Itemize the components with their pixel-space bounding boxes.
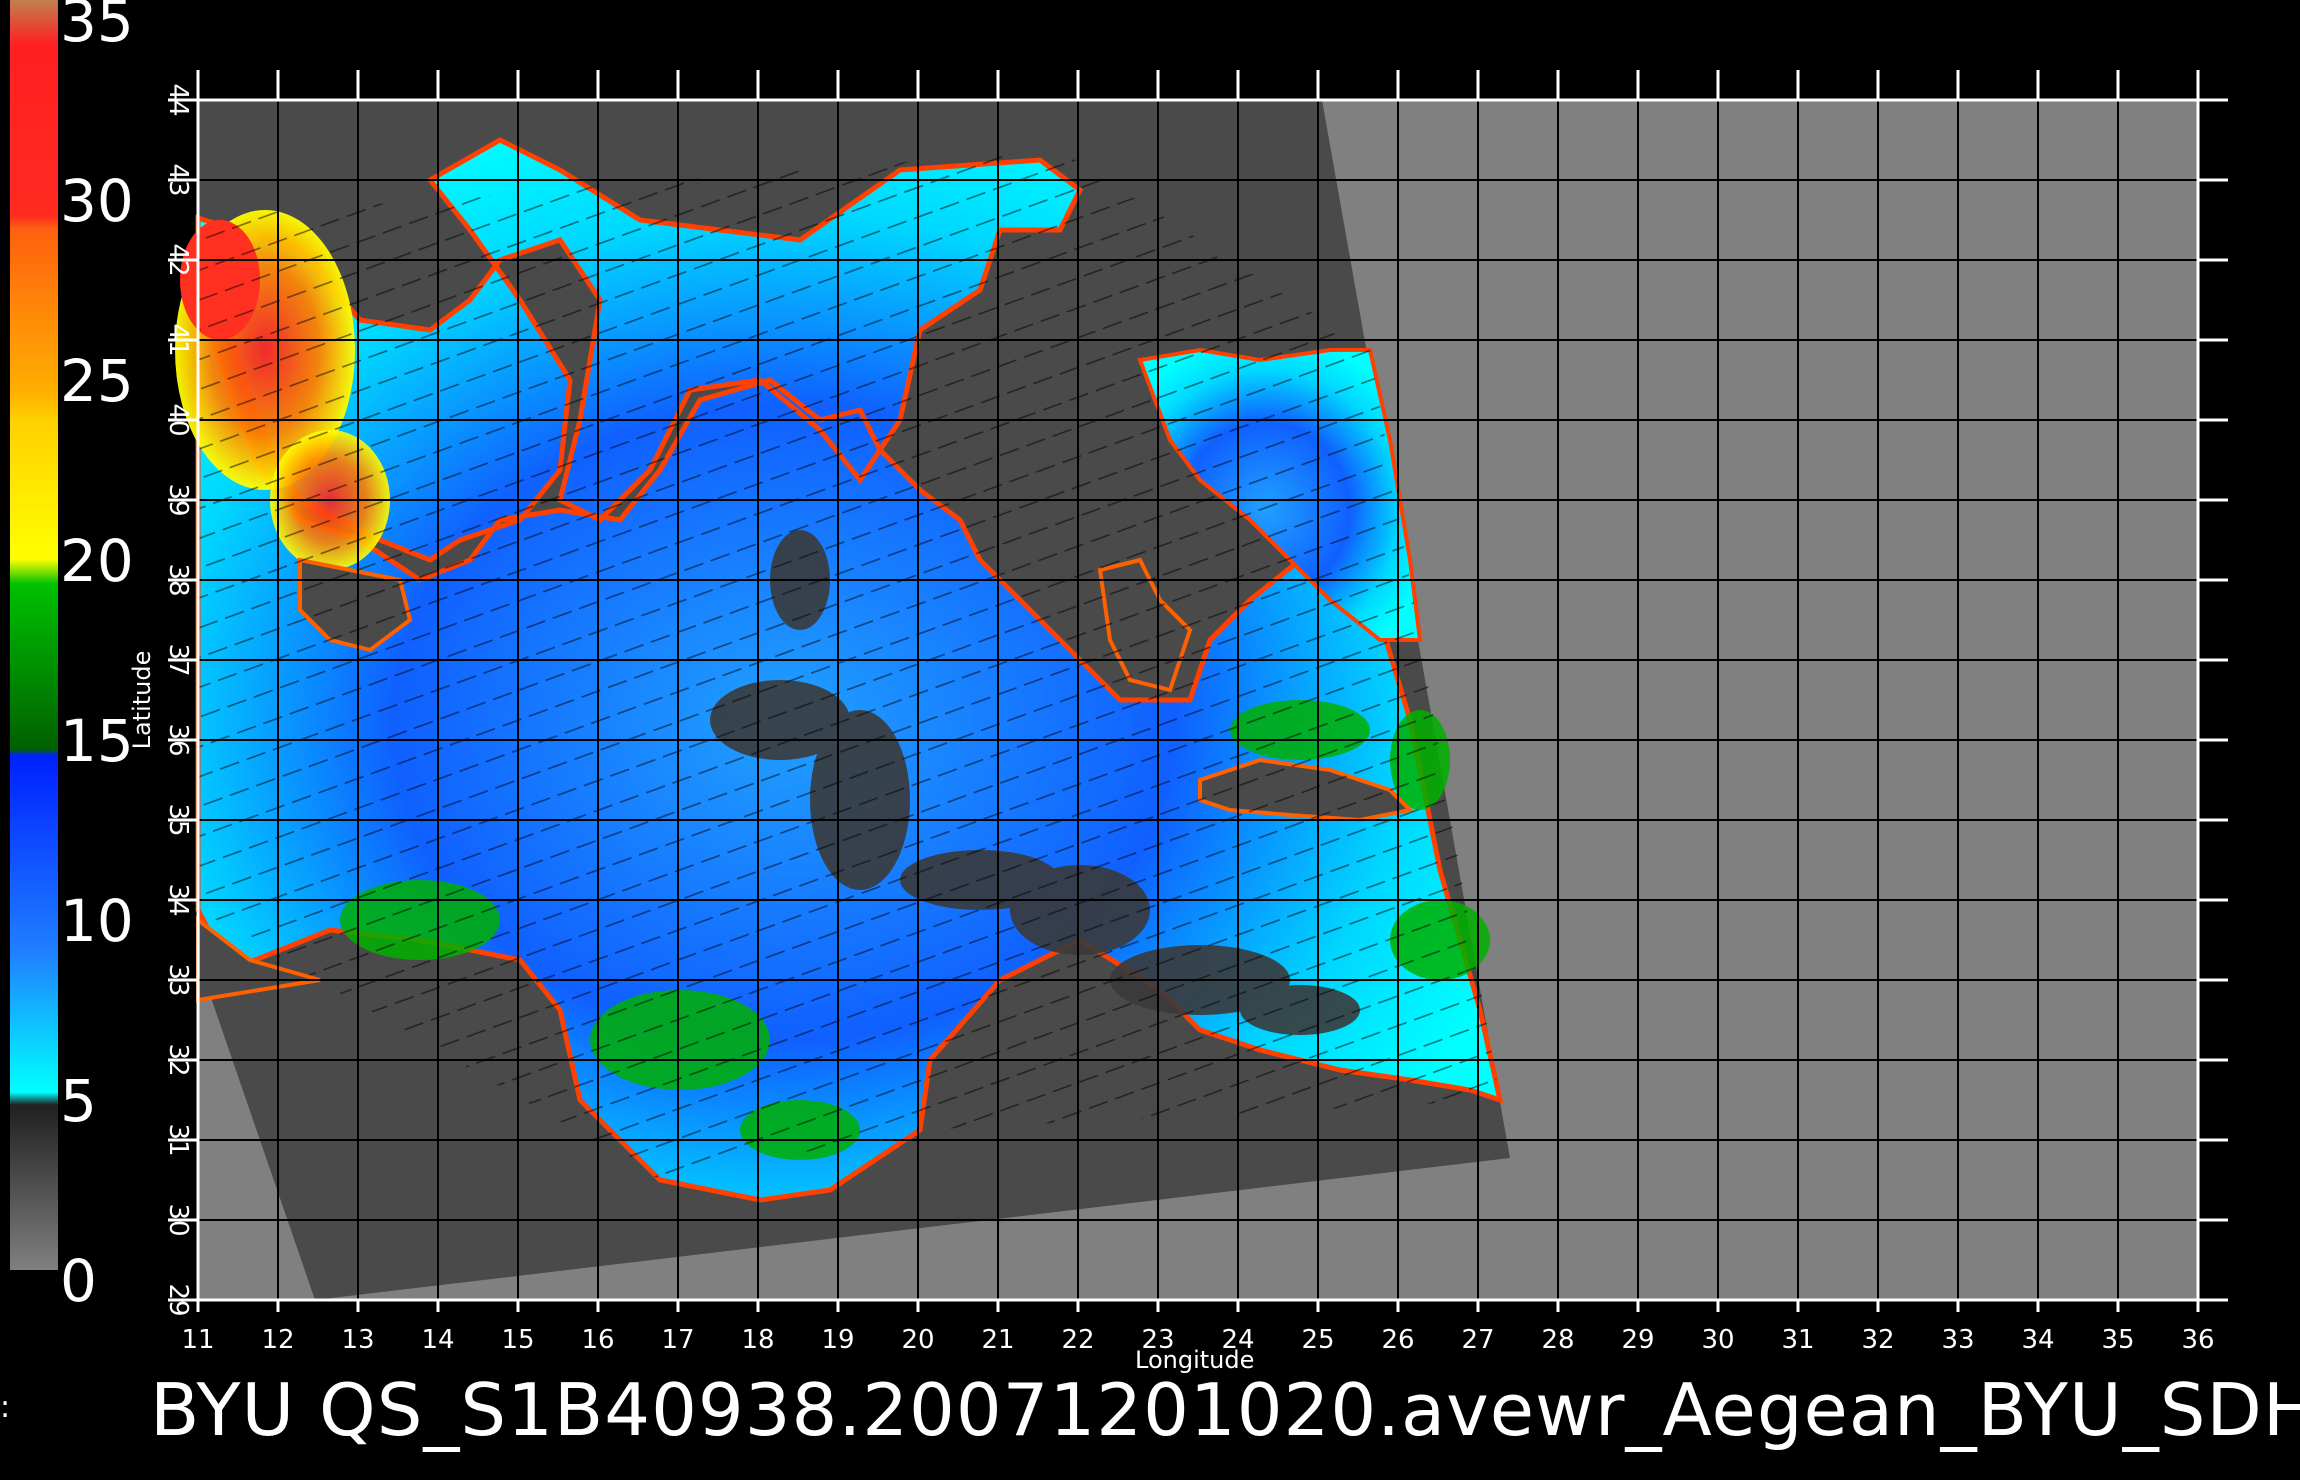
x-tick-label: 18 <box>741 1325 774 1355</box>
y-tick-label: 31 <box>163 1123 193 1156</box>
edge-mark: : <box>0 1390 11 1425</box>
x-tick-label: 16 <box>581 1325 614 1355</box>
x-tick-label: 11 <box>181 1325 214 1355</box>
y-tick-label: 39 <box>163 483 193 516</box>
x-tick-label: 29 <box>1621 1325 1654 1355</box>
x-tick-label: 35 <box>2101 1325 2134 1355</box>
y-tick-label: 38 <box>163 563 193 596</box>
x-tick-label: 27 <box>1461 1325 1494 1355</box>
x-tick-label: 30 <box>1701 1325 1734 1355</box>
x-tick-label: 21 <box>981 1325 1014 1355</box>
x-tick-label: 20 <box>901 1325 934 1355</box>
x-tick-label: 28 <box>1541 1325 1574 1355</box>
y-tick-label: 34 <box>163 883 193 916</box>
image-caption: BYU QS_S1B40938.20071201020.avewr_Aegean… <box>150 1368 2300 1452</box>
y-tick-label: 29 <box>163 1283 193 1316</box>
x-tick-label: 15 <box>501 1325 534 1355</box>
x-tick-label: 26 <box>1381 1325 1414 1355</box>
y-tick-label: 32 <box>163 1043 193 1076</box>
x-tick-label: 22 <box>1061 1325 1094 1355</box>
y-tick-label: 33 <box>163 963 193 996</box>
x-tick-label: 31 <box>1781 1325 1814 1355</box>
y-axis-labels: 44 43 42 41 40 39 38 37 36 35 34 33 32 31 30 29 <box>163 83 193 1316</box>
x-tick-label: 12 <box>261 1325 294 1355</box>
y-axis-title: Latitude <box>128 651 156 750</box>
y-tick-label: 44 <box>163 83 193 116</box>
x-tick-label: 25 <box>1301 1325 1334 1355</box>
x-tick-label: 34 <box>2021 1325 2054 1355</box>
y-tick-label: 41 <box>163 323 193 356</box>
x-tick-label: 19 <box>821 1325 854 1355</box>
y-tick-label: 35 <box>163 803 193 836</box>
y-tick-label: 30 <box>163 1203 193 1236</box>
y-tick-label: 42 <box>163 243 193 276</box>
y-tick-label: 37 <box>163 643 193 676</box>
x-tick-label: 17 <box>661 1325 694 1355</box>
wind-map: 11 12 13 14 15 16 17 18 19 20 21 22 23 24 25 26 27 28 29 30… <box>128 70 2228 1374</box>
x-tick-label: 32 <box>1861 1325 1894 1355</box>
x-tick-label: 36 <box>2181 1325 2214 1355</box>
y-tick-label: 43 <box>163 163 193 196</box>
x-tick-label: 33 <box>1941 1325 1974 1355</box>
x-tick-label: 14 <box>421 1325 454 1355</box>
y-tick-label: 40 <box>163 403 193 436</box>
x-tick-label: 13 <box>341 1325 374 1355</box>
y-tick-label: 36 <box>163 723 193 756</box>
